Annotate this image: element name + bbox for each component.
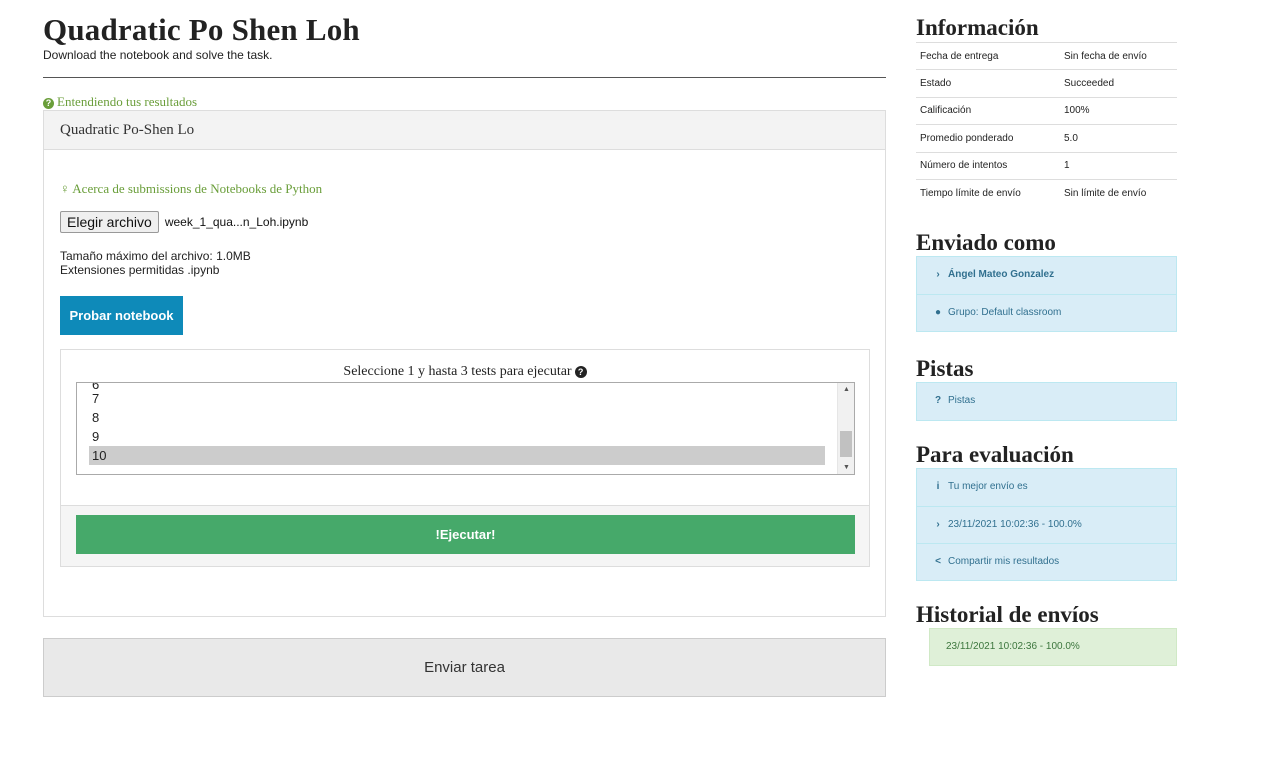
table-row: Estado Succeeded bbox=[916, 69, 1177, 98]
about-notebooks-link[interactable]: ♀ Acerca de submissions de Notebooks de … bbox=[60, 181, 322, 197]
best-submission-text: Tu mejor envío es bbox=[948, 480, 1028, 492]
allowed-extensions: Extensiones permitidas .ipynb bbox=[60, 263, 220, 277]
test-option[interactable]: 7 bbox=[89, 389, 825, 408]
sent-as-user[interactable]: › Ángel Mateo Gonzalez bbox=[917, 257, 1176, 294]
question-icon: ? bbox=[934, 394, 942, 406]
chevron-right-icon: › bbox=[936, 518, 940, 530]
best-submission-value: 23/11/2021 10:02:36 - 100.0% bbox=[948, 518, 1082, 530]
tests-selection-box: Seleccione 1 y hasta 3 tests para ejecut… bbox=[60, 349, 870, 567]
table-row: Promedio ponderado 5.0 bbox=[916, 124, 1177, 153]
info-label: Calificación bbox=[916, 96, 1061, 125]
hints-link[interactable]: ? Pistas bbox=[917, 383, 1176, 420]
sent-as-group[interactable]: ● Grupo: Default classroom bbox=[917, 293, 1176, 331]
sent-as-user-label: Ángel Mateo Gonzalez bbox=[948, 268, 1055, 280]
info-value: 1 bbox=[1061, 151, 1177, 180]
select-scrollbar[interactable]: ▲ ▼ bbox=[837, 383, 854, 474]
users-icon: ● bbox=[934, 306, 942, 318]
test-option-selected[interactable]: 10 bbox=[89, 446, 825, 465]
scroll-up-icon[interactable]: ▲ bbox=[838, 383, 854, 396]
table-row: Calificación 100% bbox=[916, 96, 1177, 125]
main-content: Quadratic Po Shen Loh Download the noteb… bbox=[43, 12, 886, 697]
about-notebooks-label: Acerca de submissions de Notebooks de Py… bbox=[72, 181, 323, 196]
evaluation-heading: Para evaluación bbox=[916, 441, 1074, 467]
table-row: Fecha de entrega Sin fecha de envío bbox=[916, 41, 1177, 70]
share-icon: < bbox=[935, 555, 941, 567]
chevron-right-icon: › bbox=[936, 268, 940, 280]
task-panel: Quadratic Po-Shen Lo ♀ Acerca de submiss… bbox=[43, 110, 886, 617]
max-file-size: Tamaño máximo del archivo: 1.0MB bbox=[60, 249, 251, 263]
history-heading: Historial de envíos bbox=[916, 601, 1099, 627]
best-submission-link[interactable]: › 23/11/2021 10:02:36 - 100.0% bbox=[917, 505, 1176, 543]
history-item[interactable]: 23/11/2021 10:02:36 - 100.0% bbox=[929, 627, 1177, 666]
test-option[interactable]: 9 bbox=[89, 427, 825, 446]
test-option[interactable]: 8 bbox=[89, 408, 825, 427]
share-results-label: Compartir mis resultados bbox=[948, 555, 1060, 567]
info-value: Sin límite de envío bbox=[1061, 178, 1177, 207]
share-results-link[interactable]: < Compartir mis resultados bbox=[917, 542, 1176, 580]
choose-file-button[interactable]: Elegir archivo bbox=[60, 211, 159, 233]
info-value: Succeeded bbox=[1061, 69, 1177, 98]
best-submission-label: i Tu mejor envío es bbox=[917, 469, 1176, 506]
title-divider bbox=[43, 77, 886, 78]
task-panel-title: Quadratic Po-Shen Lo bbox=[44, 111, 885, 150]
sent-as-card: › Ángel Mateo Gonzalez ● Grupo: Default cl… bbox=[916, 255, 1177, 332]
table-row: Número de intentos 1 bbox=[916, 151, 1177, 180]
hints-link-label: Pistas bbox=[948, 394, 976, 406]
info-label: Promedio ponderado bbox=[916, 124, 1061, 153]
info-label: Estado bbox=[916, 69, 1061, 98]
tests-caption: Seleccione 1 y hasta 3 tests para ejecut… bbox=[61, 364, 869, 380]
tests-multiselect[interactable]: 6 7 8 9 10 ▲ ▼ bbox=[76, 382, 855, 475]
sent-as-heading: Enviado como bbox=[916, 229, 1056, 255]
test-notebook-button[interactable]: Probar notebook bbox=[60, 296, 183, 335]
page-title: Quadratic Po Shen Loh bbox=[43, 12, 360, 47]
info-label: Número de intentos bbox=[916, 151, 1061, 180]
page-subtitle: Download the notebook and solve the task… bbox=[43, 48, 273, 62]
results-help-label: Entendiendo tus resultados bbox=[57, 94, 198, 109]
sent-as-group-label: Grupo: Default classroom bbox=[948, 306, 1062, 318]
tests-caption-text: Seleccione 1 y hasta 3 tests para ejecut… bbox=[343, 364, 572, 379]
hints-heading: Pistas bbox=[916, 355, 974, 381]
table-row: Tiempo límite de envío Sin límite de enví… bbox=[916, 178, 1177, 207]
info-value: Sin fecha de envío bbox=[1061, 41, 1177, 70]
scroll-down-icon[interactable]: ▼ bbox=[838, 461, 854, 474]
info-table: Fecha de entrega Sin fecha de envío Estad… bbox=[916, 41, 1177, 207]
question-circle-icon[interactable]: ? bbox=[574, 366, 587, 378]
lightbulb-icon: ♀ bbox=[60, 181, 70, 196]
submit-assignment-button[interactable]: Enviar tarea bbox=[43, 638, 886, 697]
scroll-thumb[interactable] bbox=[840, 431, 852, 457]
run-tests-button[interactable]: !Ejecutar! bbox=[76, 515, 855, 554]
info-icon: i bbox=[936, 480, 940, 492]
info-label: Fecha de entrega bbox=[916, 41, 1061, 70]
sidebar: Información Fecha de entrega Sin fecha de… bbox=[916, 14, 1177, 666]
info-value: 100% bbox=[1061, 96, 1177, 125]
results-help-link[interactable]: ? Entendiendo tus resultados bbox=[43, 94, 197, 110]
file-upload-row: Elegir archivo week_1_qua...n_Loh.ipynb bbox=[60, 211, 308, 233]
hints-card: ? Pistas bbox=[916, 381, 1177, 421]
question-circle-icon: ? bbox=[43, 98, 54, 109]
evaluation-card: i Tu mejor envío es › 23/11/2021 10:02:36 … bbox=[916, 467, 1177, 581]
selected-file-name: week_1_qua...n_Loh.ipynb bbox=[164, 215, 309, 229]
info-heading: Información bbox=[916, 15, 1039, 40]
info-label: Tiempo límite de envío bbox=[916, 178, 1061, 207]
info-value: 5.0 bbox=[1061, 124, 1177, 153]
